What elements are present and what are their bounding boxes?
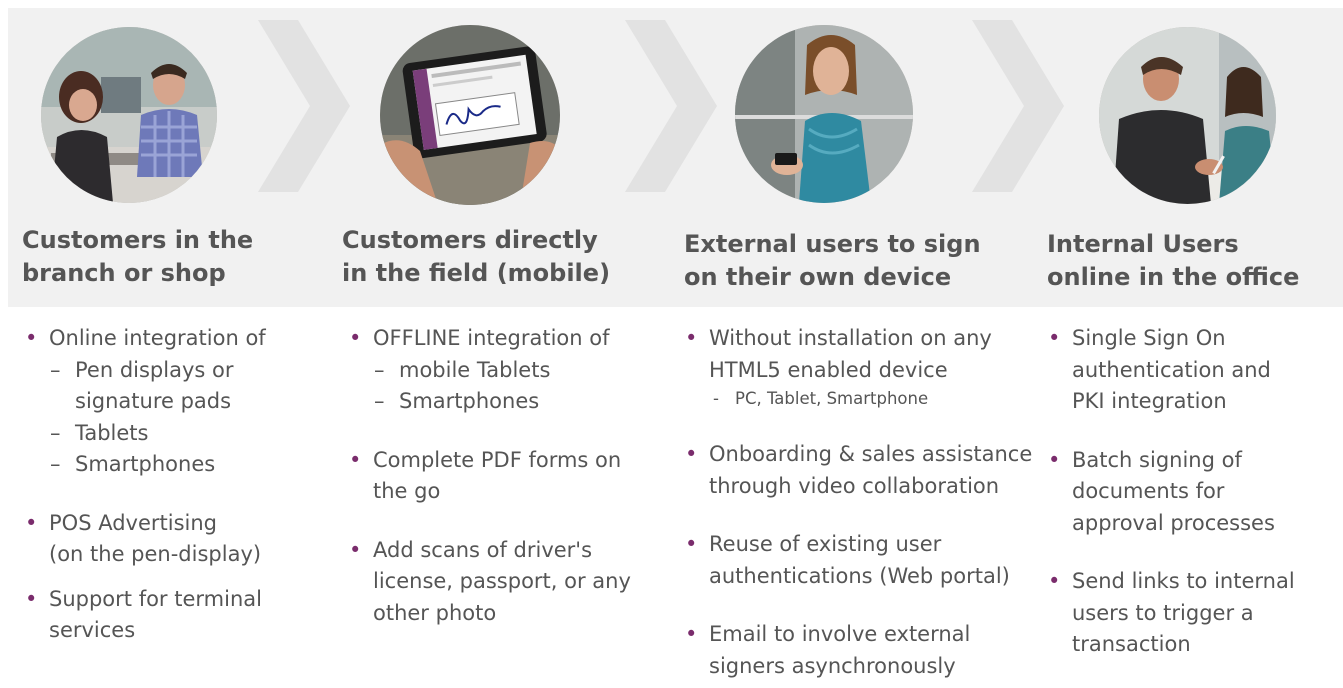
- sub-bullet-item: Pen displays or: [23, 355, 323, 387]
- bullet-list-branch: Online integration ofPen displays orsign…: [23, 323, 323, 647]
- bullet-list-external: Without installation on anyHTML5 enabled…: [683, 323, 1043, 682]
- bullet-item: services: [49, 618, 136, 642]
- list-spacer: [683, 592, 1043, 619]
- bullet-item: other photo: [373, 600, 497, 625]
- bullet-item: Support for terminal: [23, 584, 323, 616]
- bullet-item: the go: [373, 479, 441, 503]
- bullet-item: PKI integration: [1072, 389, 1227, 413]
- bullet-item: license, passport, or any: [373, 569, 631, 593]
- column-title-field: Customers directly in the field (mobile): [342, 226, 611, 287]
- column-title-internal: Internal Users online in the office: [1047, 230, 1300, 291]
- bullet-list-internal: Single Sign Onauthentication and PKI inte…: [1046, 323, 1336, 661]
- bullet-item: users to trigger a: [1072, 600, 1254, 625]
- column-title-external: External users to sign on their own devi…: [684, 230, 981, 291]
- bullet-list-field: OFFLINE integration ofmobile TabletsSmar…: [347, 323, 667, 629]
- list-spacer: [1046, 418, 1336, 445]
- bullet-item: Batch signing of: [1046, 445, 1336, 477]
- bullet-item: OFFLINE integration of: [347, 323, 667, 355]
- list-spacer: [347, 418, 667, 445]
- bullet-item: authentications (Web portal): [709, 563, 1010, 588]
- sub-bullet-item: Smartphones: [23, 449, 323, 481]
- bullet-item: Onboarding & sales assistance: [683, 439, 1043, 471]
- bullet-item: authentication and: [1072, 357, 1271, 382]
- bullet-item: transaction: [1072, 632, 1191, 656]
- list-spacer: [1046, 539, 1336, 566]
- bullet-item: HTML5 enabled device: [709, 357, 948, 382]
- bullet-item: through video collaboration: [709, 473, 1000, 498]
- bullet-item: signers asynchronously: [709, 653, 956, 678]
- tablet-signature-photo: [380, 25, 560, 205]
- bullet-item: Online integration of: [23, 323, 323, 355]
- chevron-arrow-icon: [258, 20, 350, 192]
- bullet-item: (on the pen-display): [49, 542, 262, 566]
- smartphone-user-photo: [735, 25, 913, 203]
- bullet-item: Add scans of driver's: [347, 535, 667, 567]
- list-spacer: [23, 571, 323, 584]
- bullet-item: documents for: [1072, 479, 1225, 503]
- sub-bullet-item: PC, Tablet, Smartphone: [683, 386, 1043, 412]
- sub-bullet-item: signature pads: [75, 389, 232, 413]
- sub-bullet-item: Tablets: [23, 418, 323, 450]
- sub-bullet-item: mobile Tablets: [347, 355, 667, 387]
- bullet-item: Reuse of existing user: [683, 529, 1043, 561]
- list-spacer: [23, 481, 323, 508]
- column-title-branch: Customers in the branch or shop: [22, 226, 254, 287]
- bullet-item: Single Sign On: [1046, 323, 1336, 355]
- office-team-photo: [1099, 27, 1276, 204]
- chevron-arrow-icon: [625, 20, 717, 192]
- bullet-item: Complete PDF forms on: [347, 445, 667, 477]
- chevron-arrow-icon: [972, 20, 1064, 192]
- bullet-item: Email to involve external: [683, 619, 1043, 651]
- bullet-item: Send links to internal: [1046, 566, 1336, 598]
- bullet-item: Without installation on any: [683, 323, 1043, 355]
- list-spacer: [683, 502, 1043, 529]
- sub-bullet-item: Smartphones: [347, 386, 667, 418]
- list-spacer: [347, 508, 667, 535]
- branch-signing-photo: [41, 27, 217, 203]
- bullet-item: POS Advertising: [23, 508, 323, 540]
- list-spacer: [683, 412, 1043, 439]
- bullet-item: approval processes: [1072, 510, 1275, 535]
